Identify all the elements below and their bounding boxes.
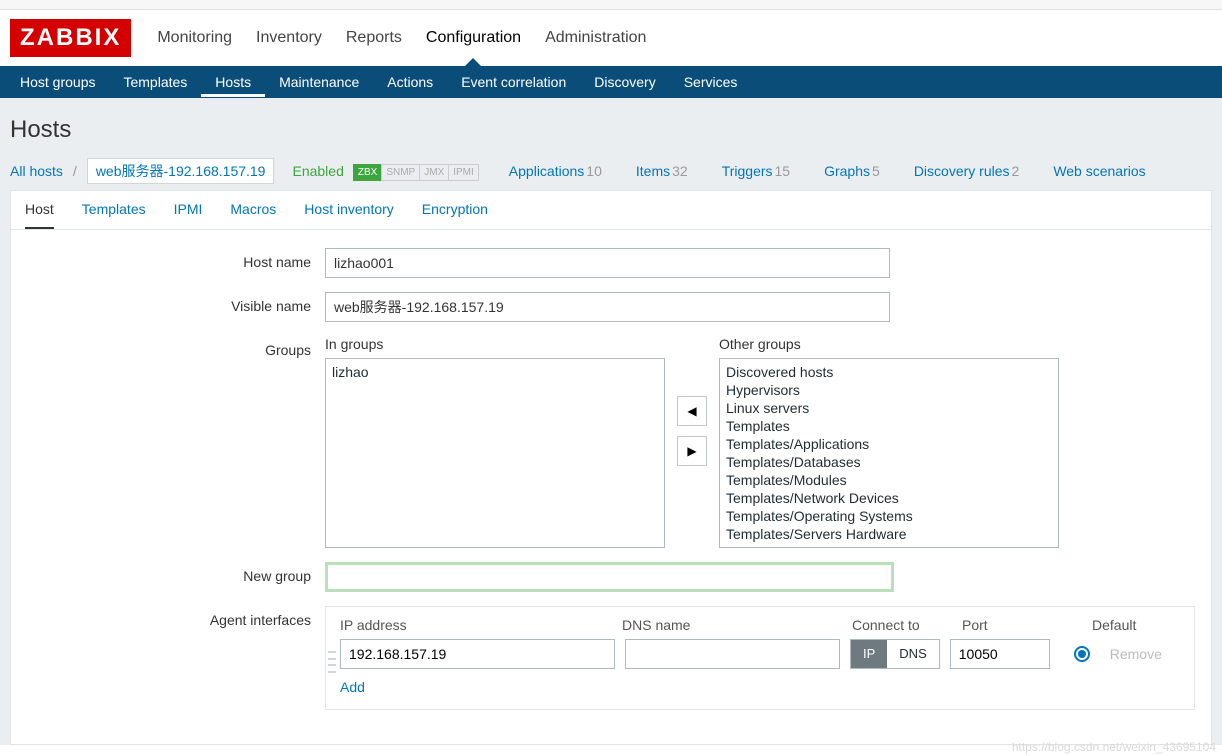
- top-nav: Monitoring Inventory Reports Configurati…: [157, 11, 646, 65]
- move-right-button[interactable]: ▶: [677, 436, 707, 466]
- tag-snmp: SNMP: [381, 164, 420, 181]
- input-visible-name[interactable]: [325, 292, 890, 322]
- breadcrumb-separator: /: [73, 163, 77, 179]
- input-ip-address[interactable]: [340, 639, 615, 669]
- nav-administration[interactable]: Administration: [545, 11, 646, 65]
- other-group-item[interactable]: Linux servers: [726, 399, 1052, 417]
- radio-default[interactable]: [1074, 646, 1090, 662]
- connect-to-dns[interactable]: DNS: [887, 640, 938, 668]
- nav-reports[interactable]: Reports: [346, 11, 402, 65]
- subnav-hosts[interactable]: Hosts: [201, 67, 265, 97]
- remove-interface-link: Remove: [1110, 646, 1162, 662]
- header-dns-name: DNS name: [622, 617, 852, 633]
- tag-ipmi: IPMI: [448, 164, 479, 181]
- connect-to-toggle[interactable]: IP DNS: [850, 639, 940, 669]
- subnav-templates[interactable]: Templates: [109, 67, 201, 97]
- other-group-item[interactable]: Templates/Operating Systems: [726, 507, 1052, 525]
- nav-configuration[interactable]: Configuration: [426, 11, 521, 65]
- nav-inventory[interactable]: Inventory: [256, 11, 322, 65]
- in-group-item[interactable]: lizhao: [332, 363, 658, 381]
- link-triggers[interactable]: Triggers: [722, 163, 773, 179]
- label-new-group: New group: [25, 562, 325, 584]
- label-host-name: Host name: [25, 248, 325, 270]
- input-port[interactable]: [950, 639, 1050, 669]
- other-group-item[interactable]: Templates/Applications: [726, 435, 1052, 453]
- drag-handle-icon[interactable]: [328, 649, 336, 675]
- other-group-item[interactable]: Templates: [726, 417, 1052, 435]
- breadcrumb-current-host[interactable]: web服务器-192.168.157.19: [87, 158, 275, 184]
- label-groups: Groups: [25, 336, 325, 358]
- sub-nav: Host groups Templates Hosts Maintenance …: [0, 66, 1222, 98]
- label-other-groups: Other groups: [719, 336, 1059, 352]
- tab-encryption[interactable]: Encryption: [422, 201, 488, 229]
- subnav-services[interactable]: Services: [670, 67, 752, 97]
- tabs-bar: Host Templates IPMI Macros Host inventor…: [11, 191, 1211, 230]
- label-agent-interfaces: Agent interfaces: [25, 606, 325, 628]
- tab-macros[interactable]: Macros: [230, 201, 276, 229]
- tag-jmx: JMX: [419, 164, 449, 181]
- availability-tags: ZBXSNMPJMXIPMI: [354, 162, 479, 181]
- link-web-scenarios[interactable]: Web scenarios: [1053, 163, 1145, 179]
- other-group-item[interactable]: Hypervisors: [726, 381, 1052, 399]
- tab-host[interactable]: Host: [25, 201, 54, 229]
- host-status: Enabled: [292, 163, 343, 179]
- add-interface-link[interactable]: Add: [340, 679, 365, 695]
- list-other-groups[interactable]: Discovered hostsHypervisorsLinux servers…: [719, 358, 1059, 548]
- watermark: https://blog.csdn.net/weixin_43695104: [1012, 740, 1216, 754]
- header-default: Default: [1092, 617, 1136, 633]
- count-items: 32: [672, 163, 688, 179]
- header-ip-address: IP address: [340, 617, 622, 633]
- input-new-group[interactable]: [325, 562, 894, 592]
- breadcrumb: All hosts / web服务器-192.168.157.19 Enable…: [10, 158, 1212, 190]
- subnav-host-groups[interactable]: Host groups: [6, 67, 109, 97]
- link-graphs[interactable]: Graphs: [824, 163, 870, 179]
- count-discovery: 2: [1012, 163, 1020, 179]
- subnav-event-correlation[interactable]: Event correlation: [447, 67, 580, 97]
- connect-to-ip[interactable]: IP: [851, 640, 887, 668]
- header-connect-to: Connect to: [852, 617, 962, 633]
- input-host-name[interactable]: [325, 248, 890, 278]
- move-left-button[interactable]: ◀: [677, 396, 707, 426]
- tabs-panel: Host Templates IPMI Macros Host inventor…: [10, 190, 1212, 745]
- page-title: Hosts: [10, 108, 1212, 158]
- subnav-discovery[interactable]: Discovery: [580, 67, 669, 97]
- nav-monitoring[interactable]: Monitoring: [157, 11, 232, 65]
- input-dns-name[interactable]: [625, 639, 840, 669]
- top-header: ZABBIX Monitoring Inventory Reports Conf…: [0, 10, 1222, 66]
- label-visible-name: Visible name: [25, 292, 325, 314]
- agent-interfaces-box: IP address DNS name Connect to Port Defa…: [325, 606, 1195, 710]
- count-triggers: 15: [775, 163, 791, 179]
- tag-zbx: ZBX: [353, 164, 382, 181]
- tab-host-inventory[interactable]: Host inventory: [304, 201, 393, 229]
- other-group-item[interactable]: Discovered hosts: [726, 363, 1052, 381]
- link-applications[interactable]: Applications: [509, 163, 585, 179]
- label-in-groups: In groups: [325, 336, 665, 352]
- other-group-item[interactable]: Templates/Modules: [726, 471, 1052, 489]
- link-discovery-rules[interactable]: Discovery rules: [914, 163, 1010, 179]
- zabbix-logo: ZABBIX: [10, 19, 131, 57]
- other-group-item[interactable]: Templates/Network Devices: [726, 489, 1052, 507]
- count-applications: 10: [586, 163, 602, 179]
- subnav-maintenance[interactable]: Maintenance: [265, 67, 373, 97]
- link-items[interactable]: Items: [636, 163, 670, 179]
- header-port: Port: [962, 617, 1092, 633]
- list-in-groups[interactable]: lizhao: [325, 358, 665, 548]
- tab-ipmi[interactable]: IPMI: [174, 201, 203, 229]
- other-group-item[interactable]: Templates/Servers Hardware: [726, 525, 1052, 543]
- subnav-actions[interactable]: Actions: [373, 67, 447, 97]
- count-graphs: 5: [872, 163, 880, 179]
- tab-templates[interactable]: Templates: [82, 201, 146, 229]
- breadcrumb-all-hosts[interactable]: All hosts: [10, 163, 63, 179]
- other-group-item[interactable]: Templates/Databases: [726, 453, 1052, 471]
